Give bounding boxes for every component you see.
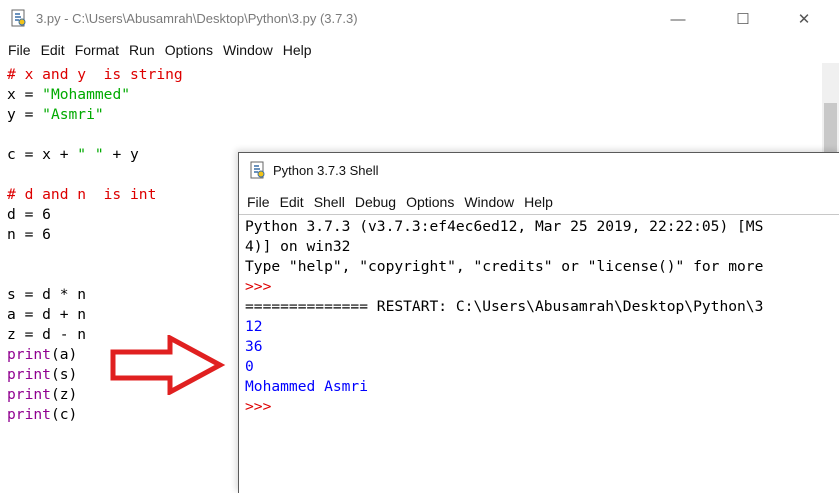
editor-menubar: File Edit Format Run Options Window Help [3, 39, 317, 61]
code-line: s = d * n [7, 285, 183, 305]
code-text: z = d - n [7, 326, 87, 343]
shell-line-text: Mohammed Asmri [245, 378, 369, 395]
menu-run[interactable]: Run [124, 39, 160, 61]
shell-line-text: 36 [245, 338, 263, 355]
shell-line-text: >>> [245, 398, 281, 415]
shell-line: 36 [245, 337, 763, 357]
code-text: x = [7, 86, 43, 103]
shell-line: 0 [245, 357, 763, 377]
code-builtin: print [7, 386, 51, 403]
code-string: "Mohammed" [42, 86, 131, 103]
code-line: y = "Asmri" [7, 105, 183, 125]
code-line: x = "Mohammed" [7, 85, 183, 105]
python-shell-icon [250, 161, 265, 179]
code-text: (s) [50, 366, 78, 383]
code-text: a = d + n [7, 306, 87, 323]
code-line: c = x + " " + y [7, 145, 183, 165]
code-string: "Asmri" [42, 106, 104, 123]
red-arrow-annotation [110, 335, 226, 395]
shell-line-text: ============== RESTART: C:\Users\Abusamr… [245, 298, 764, 315]
shell-line: Type "help", "copyright", "credits" or "… [245, 257, 763, 277]
code-text: c = x + [7, 146, 78, 163]
editor-title: 3.py - C:\Users\Abusamrah\Desktop\Python… [36, 11, 358, 26]
shell-menu-help[interactable]: Help [519, 191, 558, 213]
code-text: + y [103, 146, 139, 163]
python-file-icon [11, 9, 26, 27]
code-builtin: print [7, 346, 51, 363]
shell-line: >>> [245, 397, 763, 417]
shell-menu-options[interactable]: Options [401, 191, 459, 213]
menu-help[interactable]: Help [278, 39, 317, 61]
code-text: n = 6 [7, 226, 51, 243]
shell-line: Python 3.7.3 (v3.7.3:ef4ec6ed12, Mar 25 … [245, 217, 763, 237]
code-line: d = 6 [7, 205, 183, 225]
editor-titlebar[interactable]: 3.py - C:\Users\Abusamrah\Desktop\Python… [0, 0, 839, 38]
code-comment: # x and y is string [7, 66, 183, 83]
shell-menu-shell[interactable]: Shell [309, 191, 350, 213]
shell-menubar: File Edit Shell Debug Options Window Hel… [242, 191, 558, 213]
maximize-button[interactable]: ☐ [720, 0, 766, 38]
shell-line: 12 [245, 317, 763, 337]
shell-line-text: >>> [245, 278, 281, 295]
code-text: y = [7, 106, 43, 123]
shell-menu-file[interactable]: File [242, 191, 275, 213]
code-line: a = d + n [7, 305, 183, 325]
menu-format[interactable]: Format [70, 39, 124, 61]
code-builtin: print [7, 406, 51, 423]
shell-line-text: Python 3.7.3 (v3.7.3:ef4ec6ed12, Mar 25 … [245, 218, 764, 235]
menu-options[interactable]: Options [160, 39, 218, 61]
code-text: s = d * n [7, 286, 87, 303]
shell-line-text: 0 [245, 358, 254, 375]
code-text: (a) [50, 346, 78, 363]
shell-line: Mohammed Asmri [245, 377, 763, 397]
code-comment: # d and n is int [7, 186, 157, 203]
shell-menu-debug[interactable]: Debug [350, 191, 401, 213]
shell-menu-window[interactable]: Window [459, 191, 519, 213]
minimize-button[interactable]: — [655, 0, 701, 38]
code-text: (c) [50, 406, 78, 423]
shell-output-area[interactable]: Python 3.7.3 (v3.7.3:ef4ec6ed12, Mar 25 … [245, 217, 763, 417]
code-line: # d and n is int [7, 185, 183, 205]
menu-edit[interactable]: Edit [36, 39, 70, 61]
shell-title: Python 3.7.3 Shell [273, 163, 379, 178]
menu-file[interactable]: File [3, 39, 36, 61]
shell-line-text: Type "help", "copyright", "credits" or "… [245, 258, 764, 275]
shell-menu-divider [239, 214, 839, 215]
menu-window[interactable]: Window [218, 39, 278, 61]
code-text: (z) [50, 386, 78, 403]
shell-line-text: 4)] on win32 [245, 238, 351, 255]
code-builtin: print [7, 366, 51, 383]
shell-line: ============== RESTART: C:\Users\Abusamr… [245, 297, 763, 317]
code-line: # x and y is string [7, 65, 183, 85]
close-button[interactable]: ✕ [781, 0, 827, 38]
code-line: print(c) [7, 405, 183, 425]
code-string: " " [77, 146, 104, 163]
shell-line-text: 12 [245, 318, 263, 335]
code-text: d = 6 [7, 206, 51, 223]
shell-window: Python 3.7.3 Shell File Edit Shell Debug… [238, 152, 839, 493]
code-line: n = 6 [7, 225, 183, 245]
shell-titlebar[interactable]: Python 3.7.3 Shell [239, 153, 839, 189]
shell-menu-edit[interactable]: Edit [275, 191, 309, 213]
shell-line: >>> [245, 277, 763, 297]
shell-line: 4)] on win32 [245, 237, 763, 257]
